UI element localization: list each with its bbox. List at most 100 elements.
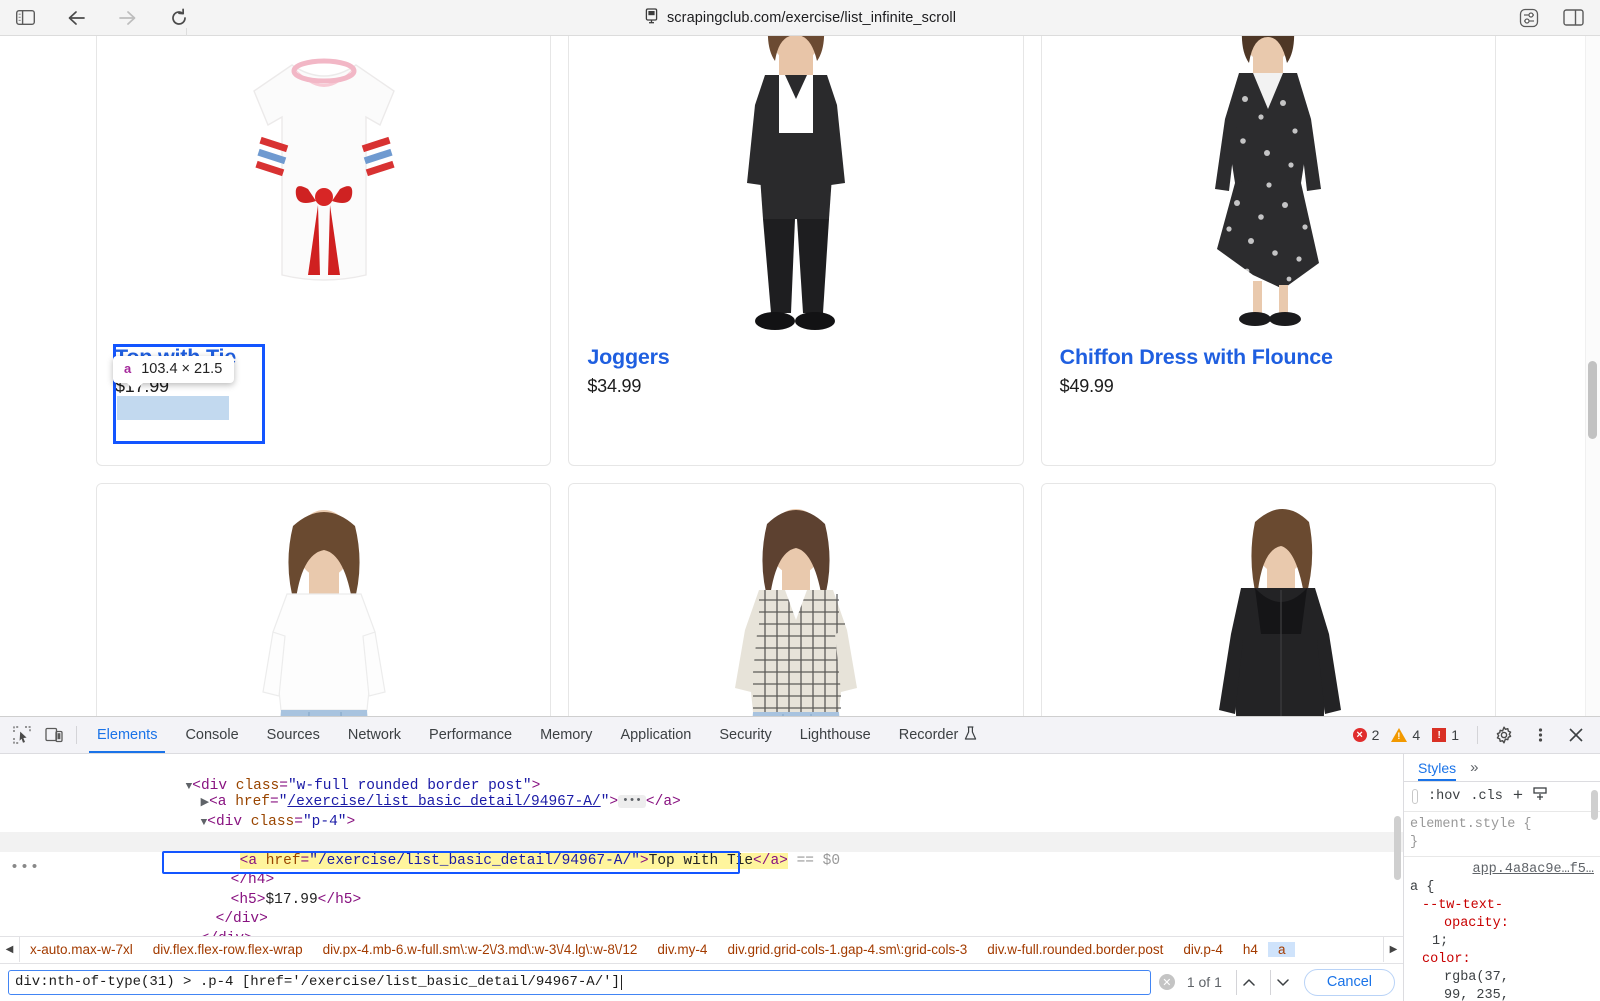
style-source-link[interactable]: app.4a8ac9e…f5… xyxy=(1410,861,1594,879)
search-result-count: 1 of 1 xyxy=(1186,974,1222,990)
cls-toggle[interactable]: .cls xyxy=(1470,789,1502,804)
error-count-badge[interactable]: × 2 xyxy=(1352,727,1380,743)
cancel-button[interactable]: Cancel xyxy=(1303,968,1395,996)
styles-more-tabs-icon[interactable]: » xyxy=(1470,759,1478,776)
tab-security[interactable]: Security xyxy=(705,717,785,753)
product-card[interactable] xyxy=(568,483,1024,716)
dom-overflow-dots[interactable]: ••• xyxy=(10,858,40,878)
breadcrumb-item-8[interactable]: a xyxy=(1267,942,1296,957)
clear-icon[interactable]: ✕ xyxy=(1158,974,1175,990)
page-settings-icon[interactable] xyxy=(1512,4,1546,32)
breadcrumb-item-2[interactable]: div.px-4.mb-6.w-full.sm\:w-2\/3.md\:w-3\… xyxy=(313,942,648,957)
style-prop-cont-0[interactable]: opacity: xyxy=(1410,915,1594,933)
sidebar-icon[interactable] xyxy=(8,4,42,32)
tab-recorder[interactable]: Recorder xyxy=(885,717,992,753)
new-style-rule-icon[interactable] xyxy=(1533,787,1547,806)
chevron-up-icon[interactable] xyxy=(1235,969,1262,995)
breadcrumb-item-7[interactable]: h4 xyxy=(1233,942,1268,957)
tabbar-divider xyxy=(76,726,77,744)
dom-line-div-close[interactable]: </div> xyxy=(0,891,1403,927)
product-price: $49.99 xyxy=(1059,376,1114,396)
dom-line-h4-close[interactable]: </h4> xyxy=(0,852,1403,888)
hov-toggle[interactable]: :hov xyxy=(1428,789,1460,804)
tab-application[interactable]: Application xyxy=(606,717,705,753)
tab-network[interactable]: Network xyxy=(334,717,415,753)
warning-count-badge[interactable]: 4 xyxy=(1391,727,1420,743)
dom-line-selected-anchor[interactable]: <a href="/exercise/list_basic_detail/949… xyxy=(0,832,1403,869)
product-card[interactable] xyxy=(96,483,552,716)
dom-line-h4-open[interactable]: ▼<h4> xyxy=(0,813,1403,849)
breadcrumb-item-3[interactable]: div.my-4 xyxy=(647,942,717,957)
tab-performance[interactable]: Performance xyxy=(415,717,526,753)
style-prop-value-1[interactable]: 99, 235, xyxy=(1410,987,1594,1001)
address-bar[interactable]: scrapingclub.com/exercise/list_infinite_… xyxy=(0,0,1600,36)
page-scrollbar-thumb[interactable] xyxy=(1588,361,1597,439)
dom-line-div-open[interactable]: ▼<div class="w-full rounded border post"… xyxy=(0,754,1403,794)
breadcrumb-item-4[interactable]: div.grid.grid-cols-1.gap-4.sm\:grid-cols… xyxy=(717,942,977,957)
tab-styles[interactable]: Styles xyxy=(1418,754,1457,781)
element-style-open[interactable]: element.style { xyxy=(1410,816,1594,834)
dom-line-anchor-collapsed[interactable]: ▶<a href="/exercise/list_basic_detail/94… xyxy=(0,774,1403,810)
flask-icon xyxy=(964,725,977,745)
product-image xyxy=(97,36,551,343)
reload-icon[interactable] xyxy=(162,4,196,32)
close-icon[interactable] xyxy=(1560,720,1592,750)
product-image xyxy=(569,36,1023,343)
devtools-tabbar: Elements Console Sources Network Perform… xyxy=(0,717,1600,754)
product-title[interactable]: Joggers xyxy=(587,343,1004,372)
tab-console[interactable]: Console xyxy=(171,717,252,753)
tab-recorder-label: Recorder xyxy=(898,727,959,743)
tab-sources[interactable]: Sources xyxy=(253,717,334,753)
product-card[interactable]: Chiffon Dress with Flounce $49.99 xyxy=(1040,36,1496,466)
styles-filter-input[interactable] xyxy=(1412,789,1418,804)
product-title[interactable]: Chiffon Dress with Flounce xyxy=(1060,343,1477,372)
device-toolbar-icon[interactable] xyxy=(38,720,70,750)
style-prop-cont-1[interactable]: rgba(37, xyxy=(1410,969,1594,987)
style-prop-name-0[interactable]: --tw-text- xyxy=(1410,897,1594,915)
page-scrollbar[interactable] xyxy=(1585,36,1600,716)
styles-toolbar: :hov .cls + xyxy=(1404,782,1600,812)
warning-icon xyxy=(1391,728,1408,742)
breadcrumb-scroll-right[interactable]: ▶ xyxy=(1383,937,1403,962)
inspector-tooltip-tag: a xyxy=(124,361,132,376)
styles-scrollbar-thumb[interactable] xyxy=(1591,790,1598,820)
dom-line-p4-open[interactable]: ▼<div class="p-4"> xyxy=(0,793,1403,830)
style-selector[interactable]: a { xyxy=(1410,879,1594,897)
tab-memory[interactable]: Memory xyxy=(526,717,606,753)
style-prop-name-1[interactable]: color: xyxy=(1410,951,1594,969)
gear-icon[interactable] xyxy=(1488,720,1520,750)
product-image xyxy=(1041,484,1495,716)
product-image xyxy=(569,484,1023,716)
search-input-value: div:nth-of-type(31) > .p-4 [href='/exerc… xyxy=(15,974,620,990)
text-caret xyxy=(620,974,622,990)
styles-tabbar: Styles » xyxy=(1404,754,1600,782)
product-card[interactable]: Joggers $34.99 xyxy=(568,36,1024,466)
styles-pane: Styles » :hov .cls + element.style { } a… xyxy=(1403,754,1600,1001)
back-arrow-icon[interactable] xyxy=(60,4,94,32)
page-viewport: Top with Tie $17.99 xyxy=(0,36,1600,716)
dom-line-div-close-outer[interactable]: </div> xyxy=(0,910,1403,947)
tab-overview-icon[interactable] xyxy=(1556,4,1590,32)
breadcrumb-item-0[interactable]: x-auto.max-w-7xl xyxy=(20,942,143,957)
breadcrumb-scroll-left[interactable]: ◀ xyxy=(0,937,20,962)
product-card[interactable] xyxy=(1040,483,1496,716)
search-input[interactable]: div:nth-of-type(31) > .p-4 [href='/exerc… xyxy=(8,969,1151,995)
styles-rules: element.style { } app.4a8ac9e…f5… a { --… xyxy=(1404,812,1600,1001)
breadcrumb-item-6[interactable]: div.p-4 xyxy=(1173,942,1233,957)
dom-scrollbar-thumb[interactable] xyxy=(1394,816,1401,880)
tab-elements[interactable]: Elements xyxy=(83,717,171,753)
product-grid: Top with Tie $17.99 xyxy=(96,36,1496,716)
dom-line-h5[interactable]: <h5>$17.99</h5> xyxy=(0,871,1403,908)
breadcrumb-item-1[interactable]: div.flex.flex-row.flex-wrap xyxy=(143,942,313,957)
breadcrumb-item-5[interactable]: div.w-full.rounded.border.post xyxy=(977,942,1173,957)
chevron-down-icon[interactable] xyxy=(1269,969,1296,995)
error-count: 2 xyxy=(1371,727,1380,743)
kebab-menu-icon[interactable] xyxy=(1524,720,1556,750)
inspect-cursor-icon[interactable] xyxy=(6,720,38,750)
tab-lighthouse[interactable]: Lighthouse xyxy=(786,717,885,753)
style-prop-value-0[interactable]: 1; xyxy=(1410,933,1594,951)
issue-count-badge[interactable]: ! 1 xyxy=(1432,727,1459,743)
dom-breadcrumb: ◀ x-auto.max-w-7xl div.flex.flex-row.fle… xyxy=(0,936,1403,962)
add-style-rule-icon[interactable]: + xyxy=(1513,787,1523,806)
rule-divider xyxy=(1404,856,1600,857)
